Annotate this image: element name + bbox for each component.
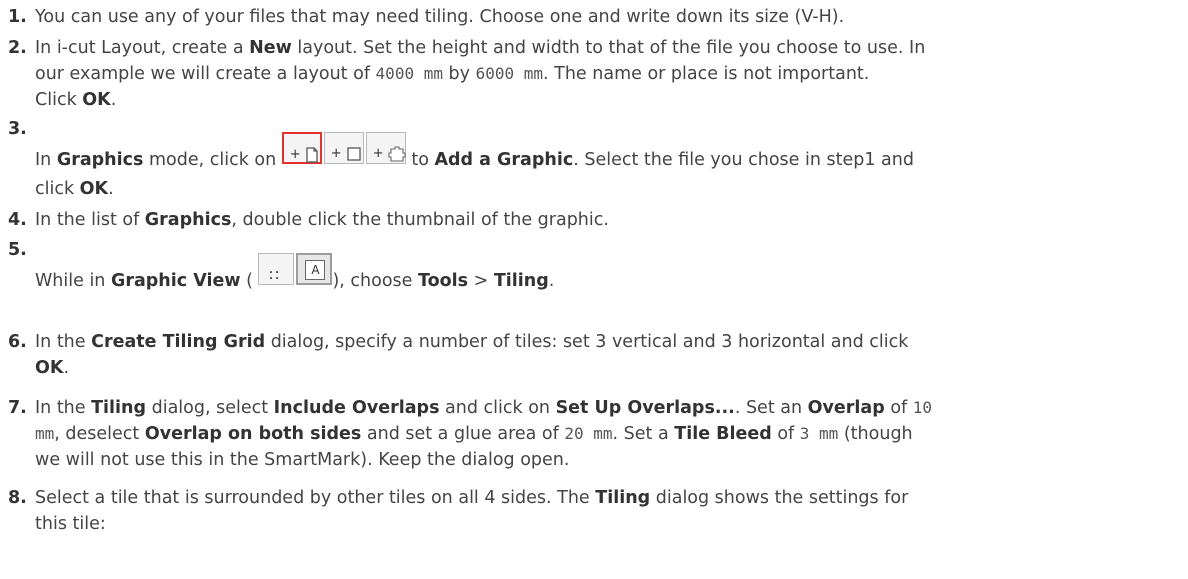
step-number: 3. xyxy=(8,119,27,139)
step-text: While in Graphic View ( :: A ), choose T… xyxy=(35,253,554,297)
step-text-line-2: click OK. xyxy=(35,179,114,199)
step-text: In the list of Graphics, double click th… xyxy=(35,210,609,230)
graphic-view-button[interactable]: A xyxy=(296,253,333,285)
step-number: 2. xyxy=(8,38,27,58)
step-text-line-1: In Graphics mode, click on + + + to Add xyxy=(35,132,914,176)
step-number: 6. xyxy=(8,332,27,352)
grid-view-icon: :: xyxy=(268,265,281,283)
step-number: 5. xyxy=(8,240,27,260)
step-text-line-3: we will not use this in the SmartMark). … xyxy=(35,450,570,470)
step-number: 8. xyxy=(8,488,27,508)
step-text-line-1: Select a tile that is surrounded by othe… xyxy=(35,488,909,508)
add-graphic-button[interactable]: + xyxy=(281,132,322,164)
step-text-line-2: mm, deselect Overlap on both sides and s… xyxy=(35,424,913,444)
add-shape-icon: + xyxy=(373,138,406,170)
add-graphic-toolbar: + + + xyxy=(281,132,406,164)
add-rectangle-icon: + xyxy=(331,138,362,170)
grid-view-button[interactable]: :: xyxy=(258,253,295,285)
step-number: 4. xyxy=(8,210,27,230)
add-shape-button[interactable]: + xyxy=(365,132,406,164)
graphic-view-icon: A xyxy=(305,260,326,280)
step-text-line-2: OK. xyxy=(35,358,70,378)
step-text-line-2: our example we will create a layout of 4… xyxy=(35,64,870,84)
add-rectangle-button[interactable]: + xyxy=(323,132,364,164)
step-text-line-1: In i-cut Layout, create a New layout. Se… xyxy=(35,38,926,58)
step-text-line-1: In the Tiling dialog, select Include Ove… xyxy=(35,398,933,418)
step-text: You can use any of your files that may n… xyxy=(35,7,845,27)
view-toggle: :: A xyxy=(258,253,333,285)
step-text-line-3: Click OK. xyxy=(35,90,117,110)
step-number: 7. xyxy=(8,398,27,418)
step-text-line-2: this tile: xyxy=(35,514,106,534)
step-text-line-1: In the Create Tiling Grid dialog, specif… xyxy=(35,332,909,352)
step-number: 1. xyxy=(8,7,27,27)
add-graphic-icon: + xyxy=(290,139,319,171)
